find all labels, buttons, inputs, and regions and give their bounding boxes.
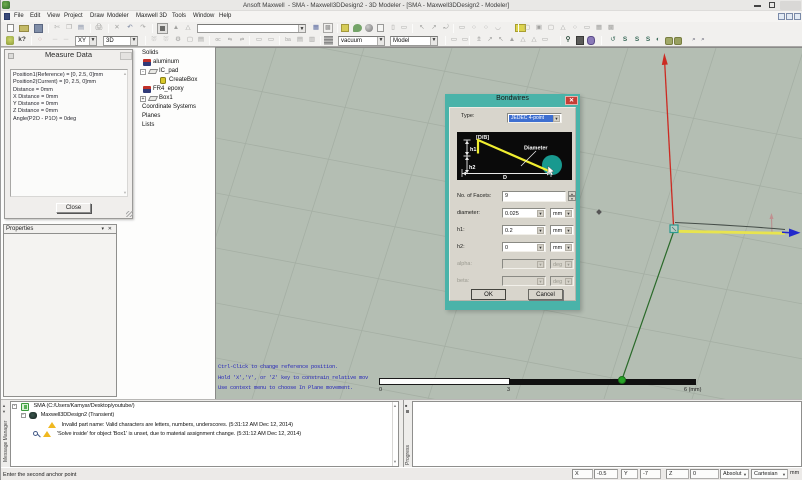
svg-text:h2: h2 — [469, 165, 475, 171]
svg-text:D: D — [503, 175, 507, 180]
svg-text:Diameter: Diameter — [524, 146, 548, 152]
svg-text:h1: h1 — [470, 147, 476, 153]
